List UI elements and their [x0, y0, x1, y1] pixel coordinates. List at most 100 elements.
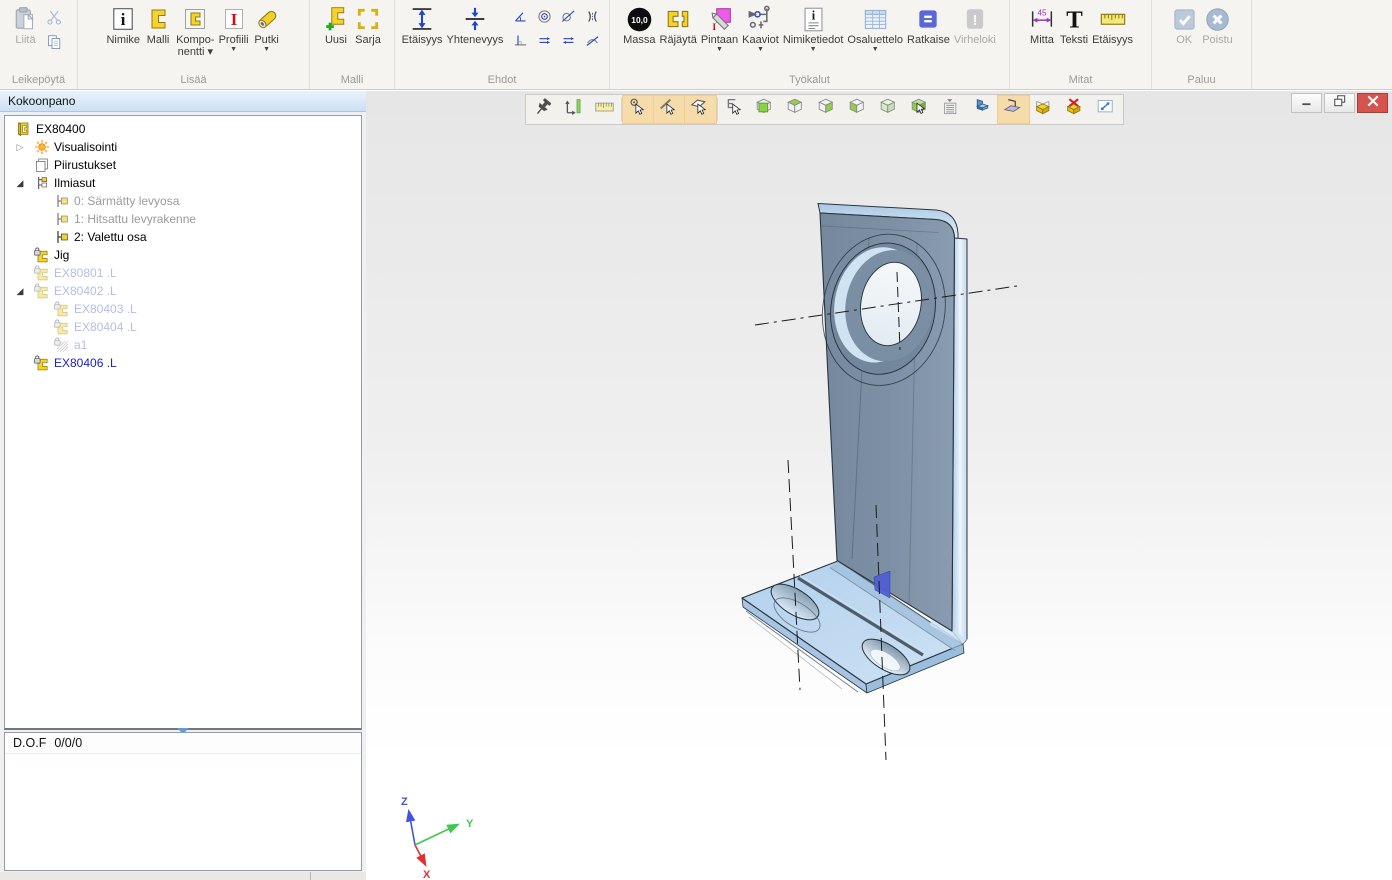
part-lock-icon	[33, 265, 50, 281]
cut-button[interactable]	[45, 8, 65, 26]
ribbon-group-label: Mitat	[1010, 74, 1151, 86]
assembly-panel: Kokoonpano EX80400 ▷Visualisointi Piirustu…	[0, 91, 366, 880]
putki-button[interactable]: Putki ▼	[251, 2, 283, 58]
malli-button[interactable]: Malli	[142, 2, 174, 58]
tree-item-config-2[interactable]: 2: Valettu osa	[5, 228, 361, 246]
parallel-constraint-button[interactable]	[557, 29, 580, 52]
restore-icon	[1333, 94, 1347, 113]
sarja-button[interactable]: Sarja	[352, 2, 384, 46]
tree-item-ex80404[interactable]: EX80404 .L	[5, 318, 361, 336]
ribbon-group-paluu: OK Poistu Paluu	[1152, 0, 1252, 89]
l-bracket-part[interactable]	[742, 204, 967, 694]
rajayta-button[interactable]: Räjäytä	[658, 2, 699, 53]
tree-expander-icon[interactable]: ▷	[14, 142, 26, 153]
tree-item-label: Ilmiasut	[54, 176, 95, 190]
shade-top-tool[interactable]	[781, 96, 812, 123]
virheloki-button[interactable]: ! Virheloki	[952, 2, 998, 53]
panel-title-label: Kokoonpano	[8, 94, 75, 108]
tree-item-jig[interactable]: Jig	[5, 246, 361, 264]
etaisyys-constraint-button[interactable]: Etäisyys	[400, 2, 445, 52]
tree-item-ex80801[interactable]: EX80801 .L	[5, 264, 361, 282]
profiili-button[interactable]: I Profiili ▼	[217, 2, 251, 58]
3d-part-view[interactable]: Z Y X	[366, 91, 1392, 880]
fit-icon	[1096, 97, 1117, 123]
ribbon-group-mitat: 45 Mitta T Teksti Etäisyys Mitat	[1010, 0, 1152, 89]
toolbar-separator	[717, 98, 718, 121]
komponentti-button[interactable]: Kompo- nentti ▾	[174, 2, 217, 58]
window-controls	[1291, 93, 1388, 113]
tree-item-label: Piirustukset	[54, 158, 116, 172]
close-button[interactable]	[1357, 93, 1388, 113]
tree-item-ex80400[interactable]: EX80400	[5, 120, 361, 138]
show-box-tool[interactable]	[1029, 96, 1060, 123]
tree-item-label: EX80400	[36, 122, 85, 136]
equal-constraint-button[interactable]	[533, 29, 556, 52]
select-measure-tool[interactable]	[558, 96, 589, 123]
minimize-button[interactable]	[1291, 93, 1322, 113]
shade-right-tool[interactable]	[812, 96, 843, 123]
symmetry-constraint-button[interactable]	[581, 5, 604, 28]
antitangent-constraint-button[interactable]	[581, 29, 604, 52]
tree-item-config-1[interactable]: 1: Hitsattu levyrakenne	[5, 210, 361, 228]
tree-item-ilmiasut[interactable]: ◢ Ilmiasut	[5, 174, 361, 192]
tree-expander-icon[interactable]: ◢	[14, 178, 26, 189]
display-list-tool[interactable]	[936, 96, 967, 123]
copy-button[interactable]	[45, 33, 65, 51]
tree-item-a1[interactable]: a1	[5, 336, 361, 354]
teksti-button[interactable]: T Teksti	[1058, 2, 1090, 46]
tree-item-ex80406[interactable]: EX80406 .L	[5, 354, 361, 372]
tree-expander-icon[interactable]: ◢	[14, 286, 26, 297]
tree-item-piirustukset[interactable]: Piirustukset	[5, 156, 361, 174]
part-display-tool[interactable]	[967, 96, 998, 123]
ribbon-group-label: Paluu	[1152, 74, 1251, 86]
ruler-tool[interactable]	[589, 96, 620, 123]
workplane-tool[interactable]	[998, 96, 1029, 123]
shade-left-tool[interactable]	[843, 96, 874, 123]
svg-text:I: I	[712, 22, 716, 32]
tree-item-label: EX80406 .L	[54, 356, 117, 370]
perpendicular-constraint-button[interactable]	[509, 29, 532, 52]
shade-select-tool[interactable]	[905, 96, 936, 123]
nimike-button[interactable]: i Nimike	[104, 2, 142, 58]
assembly-tree[interactable]: EX80400 ▷Visualisointi Piirustukset ◢ Ilmias…	[4, 115, 362, 730]
part-lock-icon	[33, 355, 50, 371]
select-component-tool[interactable]	[719, 96, 750, 123]
kaaviot-button[interactable]: Kaaviot ▼	[740, 2, 781, 53]
tree-item-visualisointi[interactable]: ▷Visualisointi	[5, 138, 361, 156]
model-viewport[interactable]: Z Y X	[366, 91, 1392, 880]
axis-y-label: Y	[466, 818, 474, 830]
axis-x-label: X	[423, 869, 431, 880]
osaluettelo-button[interactable]: Osaluettelo ▼	[845, 2, 905, 53]
svg-text:i: i	[121, 10, 126, 29]
tree-item-ex80403[interactable]: EX80403 .L	[5, 300, 361, 318]
angle-constraint-button[interactable]	[509, 5, 532, 28]
select-face-tool[interactable]	[685, 96, 716, 123]
pin-tool[interactable]	[527, 96, 558, 123]
restore-button[interactable]	[1324, 93, 1355, 113]
ribbon-group-malli: Uusi Sarja Malli	[310, 0, 395, 89]
hide-box-tool[interactable]	[1060, 96, 1091, 123]
ok-button[interactable]: OK	[1168, 2, 1200, 46]
shade-all-tool[interactable]	[874, 96, 905, 123]
massa-button[interactable]: 10,0 Massa	[621, 2, 657, 53]
axis-triad: Z Y X	[401, 796, 474, 880]
poistu-button[interactable]: Poistu	[1200, 2, 1235, 46]
yhtenevyys-button[interactable]: Yhtenevyys	[445, 2, 506, 52]
fit-view-tool[interactable]	[1091, 96, 1122, 123]
etaisyys-measure-button[interactable]: Etäisyys	[1090, 2, 1135, 46]
uusi-button[interactable]: Uusi	[320, 2, 352, 46]
mitta-button[interactable]: 45 Mitta	[1026, 2, 1058, 46]
concentric-constraint-button[interactable]	[533, 5, 556, 28]
tree-item-label: EX80403 .L	[74, 302, 137, 316]
tree-item-config-0[interactable]: 0: Särmätty levyosa	[5, 192, 361, 210]
nimiketiedot-button[interactable]: i Nimiketiedot ▼	[781, 2, 846, 53]
shade-front-tool[interactable]	[750, 96, 781, 123]
ribbon-group-lis: i Nimike Malli Kompo- nentti ▾ I Profiil…	[78, 0, 310, 89]
pintaan-button[interactable]: I Pintaan ▼	[699, 2, 740, 53]
tree-item-ex80402[interactable]: ◢EX80402 .L	[5, 282, 361, 300]
paste-button[interactable]: Liitä	[10, 2, 42, 51]
tangent-constraint-button[interactable]	[557, 5, 580, 28]
select-point-tool[interactable]	[623, 96, 654, 123]
ratkaise-button[interactable]: Ratkaise	[905, 2, 952, 53]
select-edge-tool[interactable]	[654, 96, 685, 123]
